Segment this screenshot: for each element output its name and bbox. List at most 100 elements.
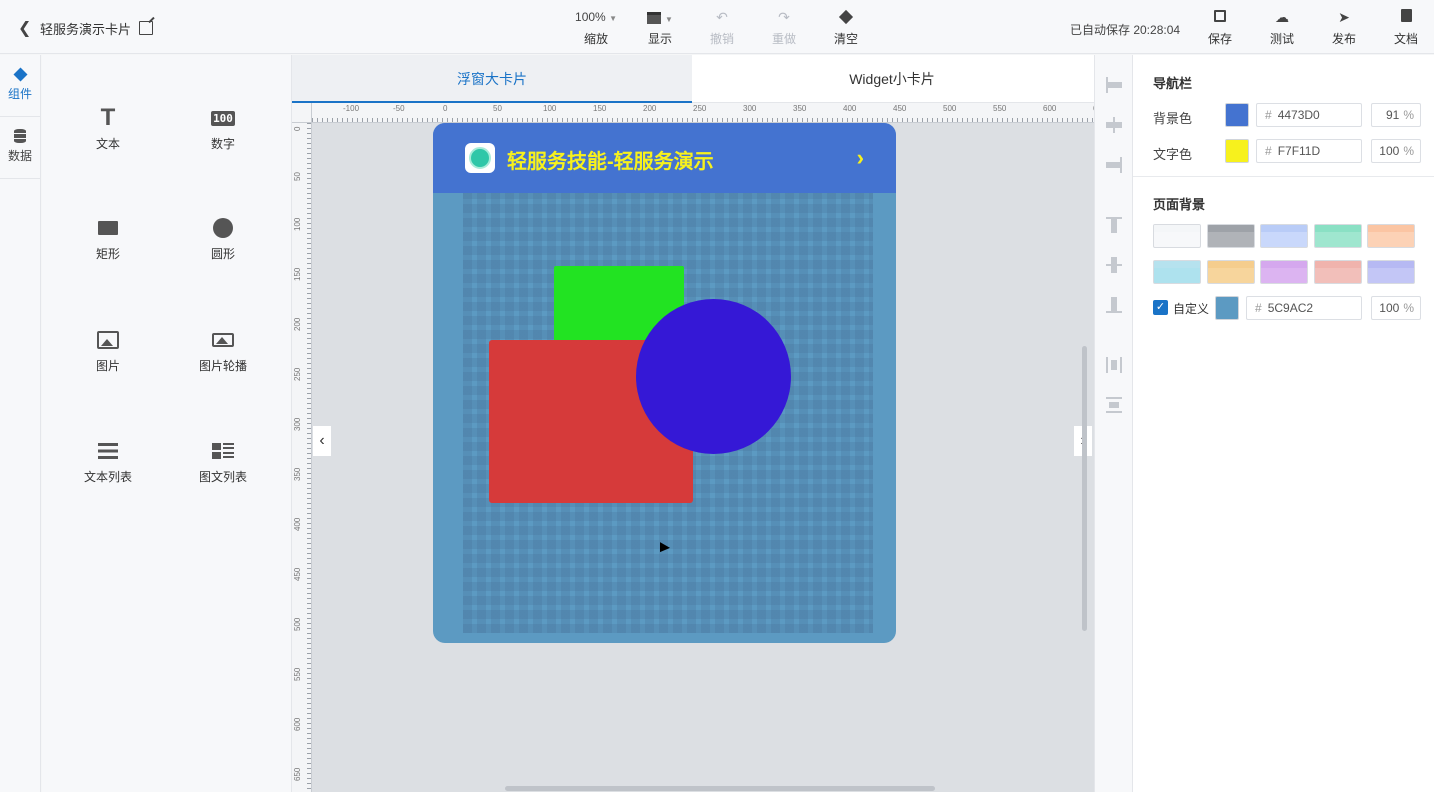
eraser-icon	[821, 8, 871, 26]
custom-hex-value: 5C9AC2	[1267, 301, 1314, 315]
docs-button[interactable]: 文档	[1381, 8, 1431, 47]
palette-number-label: 数字	[210, 137, 235, 151]
properties-panel: 导航栏 背景色 #4473D0 91% 文字色 # F7F11D 100% 页面背…	[1133, 55, 1434, 792]
palette-carousel-label: 图片轮播	[198, 359, 247, 373]
rectangle-icon	[98, 221, 118, 235]
image-text-list-icon	[212, 443, 234, 459]
save-button[interactable]: 保存	[1195, 8, 1245, 47]
cloud-upload-icon: ☁	[1275, 9, 1289, 25]
text-hex-input[interactable]: # F7F11D	[1256, 139, 1362, 163]
palette-circle[interactable]: 圆形	[183, 217, 263, 262]
percent-symbol: %	[1403, 108, 1414, 122]
align-center-h-icon[interactable]	[1106, 117, 1122, 133]
bg-opacity-value: 91	[1385, 108, 1400, 122]
ruler-v-label: 400	[293, 517, 302, 531]
card-nav-bar[interactable]: 轻服务技能-轻服务演示 ›	[433, 123, 896, 193]
palette-image[interactable]: 图片	[68, 329, 148, 374]
zoom-label: 缩放	[583, 32, 608, 46]
chevron-left-icon: ‹	[319, 432, 325, 449]
palette-text-label: 文本	[95, 137, 120, 151]
preset-background-3[interactable]	[1260, 224, 1308, 248]
palette-rectangle-label: 矩形	[95, 247, 120, 261]
publish-button[interactable]: ➤ 发布	[1319, 8, 1369, 47]
clear-button[interactable]: 清空	[821, 8, 871, 47]
custom-color-swatch[interactable]	[1215, 296, 1239, 320]
ruler-v-label: 450	[293, 567, 302, 581]
palette-carousel[interactable]: 图片轮播	[183, 329, 263, 374]
autosave-status: 已自动保存 20:28:04	[1070, 23, 1181, 37]
canvas-prev-button[interactable]: ‹	[313, 426, 331, 456]
display-label: 显示	[647, 32, 672, 46]
rail-components-label: 组件	[7, 87, 32, 101]
tab-widget-card[interactable]: Widget小卡片	[692, 55, 1092, 103]
test-button[interactable]: ☁ 测试	[1257, 8, 1307, 47]
vertical-ruler: 0 50 100 150 200 250 300 350 400 450 500 550 600 650	[292, 123, 312, 792]
distribute-horizontal-icon[interactable]	[1106, 357, 1122, 373]
tab-floating-card[interactable]: 浮窗大卡片	[292, 55, 692, 103]
ruler-v-label: 50	[293, 172, 302, 181]
align-left-icon[interactable]	[1106, 77, 1122, 93]
preset-background-10[interactable]	[1367, 260, 1415, 284]
design-canvas[interactable]: -100 -50 0 50 100 150 200 250 300 350 400 450 500 550…	[292, 103, 1094, 792]
redo-button[interactable]: ↷ 重做	[759, 8, 809, 47]
rail-data[interactable]: 数据	[0, 117, 40, 179]
preset-background-9[interactable]	[1313, 260, 1362, 284]
palette-rectangle[interactable]: 矩形	[68, 217, 148, 262]
palette-image-text-list[interactable]: 图文列表	[183, 440, 263, 485]
palette-text-list[interactable]: 文本列表	[68, 440, 148, 485]
percent-symbol: %	[1403, 301, 1414, 315]
text-list-icon	[98, 443, 118, 459]
preset-background-8[interactable]	[1260, 260, 1308, 284]
preset-background-2[interactable]	[1206, 224, 1255, 248]
ruler-h-label: 0	[443, 104, 448, 113]
preset-background-5[interactable]	[1367, 224, 1415, 248]
percent-symbol: %	[1403, 144, 1414, 158]
ruler-v-label: 650	[293, 767, 302, 781]
align-bottom-icon[interactable]	[1106, 297, 1122, 313]
custom-checkbox[interactable]: ✓	[1153, 300, 1168, 315]
align-top-icon[interactable]	[1106, 217, 1122, 233]
preset-background-1[interactable]	[1153, 224, 1201, 248]
ruler-v-label: 100	[293, 217, 302, 231]
ruler-h-label: 300	[743, 104, 757, 113]
section-divider	[1133, 176, 1434, 177]
custom-hex-input[interactable]: #5C9AC2	[1246, 296, 1362, 320]
palette-circle-label: 圆形	[210, 247, 235, 261]
edit-title-icon[interactable]	[139, 21, 154, 35]
align-middle-v-icon[interactable]	[1106, 257, 1122, 273]
zoom-button[interactable]: 100% ▼ 缩放	[571, 8, 621, 47]
chevron-right-icon[interactable]: ›	[857, 145, 864, 171]
palette-number[interactable]: 100 数字	[183, 107, 263, 152]
text-color-swatch[interactable]	[1225, 139, 1249, 163]
preset-background-4[interactable]	[1313, 224, 1362, 248]
left-rail: 组件 数据	[0, 55, 41, 792]
distribute-vertical-icon[interactable]	[1106, 397, 1122, 413]
preset-background-7[interactable]	[1206, 260, 1255, 284]
preset-background-6[interactable]	[1153, 260, 1201, 284]
palette-text[interactable]: T 文本	[68, 106, 148, 152]
hash-symbol: #	[1265, 144, 1272, 158]
custom-opacity-input[interactable]: 100%	[1371, 296, 1421, 320]
bg-opacity-input[interactable]: 91%	[1371, 103, 1421, 127]
text-opacity-input[interactable]: 100%	[1371, 139, 1421, 163]
horizontal-scrollbar[interactable]	[505, 786, 935, 791]
text-opacity-value: 100	[1379, 144, 1400, 158]
ruler-h-label: -100	[343, 104, 360, 113]
bg-hex-value: 4473D0	[1277, 108, 1320, 122]
palette-image-label: 图片	[95, 359, 120, 373]
vertical-scrollbar[interactable]	[1082, 346, 1087, 631]
ruler-v-label: 500	[293, 617, 302, 631]
bg-color-swatch[interactable]	[1225, 103, 1249, 127]
display-button[interactable]: ▼ 显示	[635, 8, 685, 47]
align-right-icon[interactable]	[1106, 157, 1122, 173]
ruler-v-label: 550	[293, 667, 302, 681]
bg-color-label: 背景色	[1153, 111, 1193, 126]
ruler-h-label: 500	[943, 104, 957, 113]
bg-hex-input[interactable]: #4473D0	[1256, 103, 1362, 127]
rail-components[interactable]: 组件	[0, 55, 40, 117]
card-preview[interactable]: 轻服务技能-轻服务演示 ›	[433, 123, 896, 643]
undo-button[interactable]: ↶ 撤销	[697, 8, 747, 47]
back-arrow-icon[interactable]: ❮	[18, 18, 32, 38]
document-icon	[1381, 8, 1431, 26]
blue-circle[interactable]	[636, 299, 791, 454]
